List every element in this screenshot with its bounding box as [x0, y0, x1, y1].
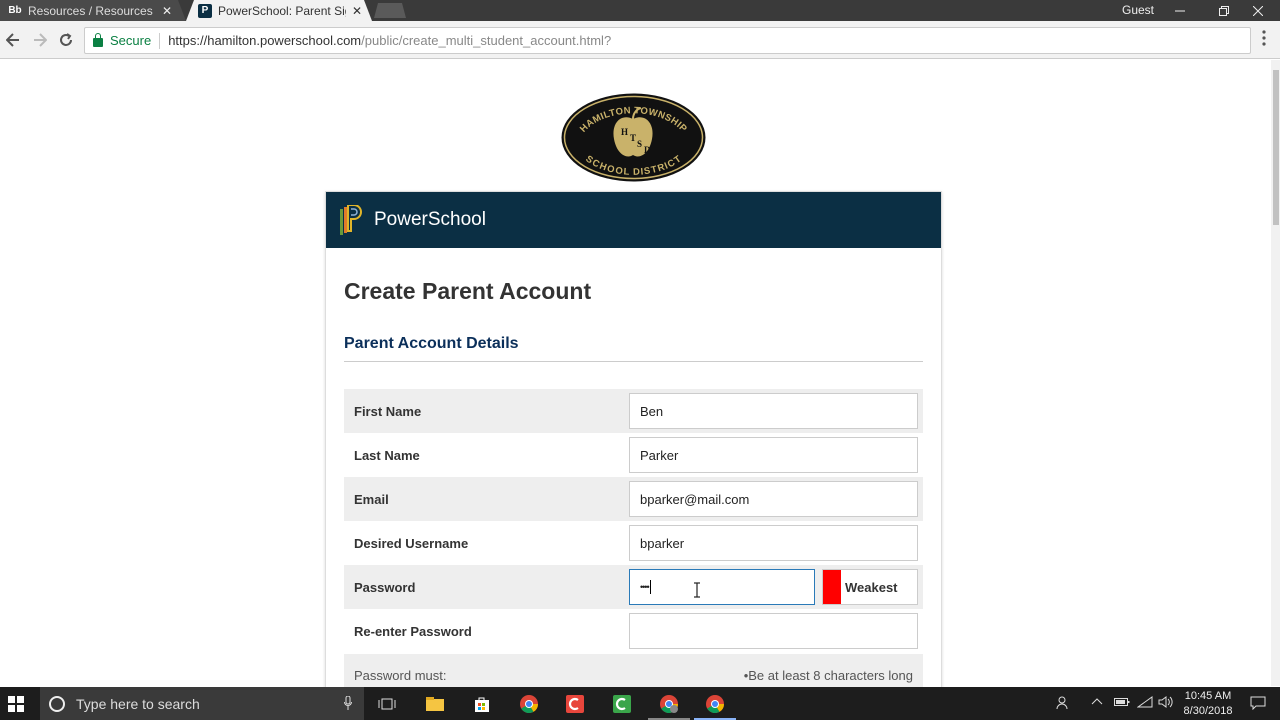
- browser-toolbar: Secure https://hamilton.powerschool.com /…: [0, 21, 1280, 59]
- taskbar-search[interactable]: Type here to search: [40, 687, 364, 720]
- svg-text:S: S: [637, 139, 642, 149]
- tab-powerschool[interactable]: P PowerSchool: Parent Sign ✕: [186, 0, 372, 21]
- email-field[interactable]: bparker@mail.com: [629, 481, 918, 517]
- blackboard-icon: Bb: [8, 5, 22, 16]
- new-tab-button[interactable]: [374, 3, 406, 18]
- section-divider: [344, 361, 923, 362]
- svg-text:D: D: [644, 145, 651, 155]
- password-strength-meter: Weakest: [822, 569, 918, 605]
- windows-taskbar: Type here to search 10:45 AM 8/30/2018: [0, 687, 1280, 720]
- text-caret: [649, 580, 651, 594]
- chevron-up-icon[interactable]: [1091, 696, 1103, 711]
- first-name-label: First Name: [354, 403, 422, 419]
- text-cursor-icon: [694, 582, 700, 598]
- reenter-password-label: Re-enter Password: [354, 623, 472, 639]
- cortana-icon: [49, 695, 65, 712]
- scrollbar-thumb[interactable]: [1273, 70, 1279, 225]
- system-clock[interactable]: 10:45 AM 8/30/2018: [1180, 689, 1236, 719]
- form-row-password: Password •••• Weakest: [344, 565, 923, 609]
- create-account-card: PowerSchool Create Parent Account Parent…: [325, 191, 942, 692]
- password-rule: •Be at least 8 characters long: [743, 668, 913, 683]
- powerschool-header: PowerSchool: [326, 192, 941, 248]
- action-center-icon[interactable]: [1250, 696, 1266, 713]
- powerschool-logo-icon: [340, 205, 362, 235]
- clock-date: 8/30/2018: [1183, 705, 1233, 717]
- chrome-profile-icon[interactable]: [658, 693, 680, 715]
- volume-icon[interactable]: [1158, 696, 1174, 711]
- password-field[interactable]: ••••: [629, 569, 815, 605]
- last-name-label: Last Name: [354, 447, 420, 463]
- search-placeholder: Type here to search: [76, 695, 200, 712]
- username-label: Desired Username: [354, 535, 469, 551]
- url-host: https://hamilton.powerschool.com: [168, 33, 362, 48]
- url-path: /public/create_multi_student_account.htm…: [361, 33, 612, 48]
- profile-guest[interactable]: Guest: [1122, 3, 1154, 17]
- tab-title: Resources / Resources H: [28, 3, 156, 18]
- store-icon[interactable]: [471, 693, 493, 715]
- address-bar[interactable]: Secure https://hamilton.powerschool.com /…: [84, 27, 1251, 54]
- reenter-password-field[interactable]: [629, 613, 918, 649]
- people-icon[interactable]: [1056, 696, 1070, 713]
- svg-text:T: T: [630, 133, 636, 143]
- windows-start-icon[interactable]: [5, 693, 27, 715]
- close-tab-icon[interactable]: ✕: [352, 4, 362, 18]
- form-row-last-name: Last Name Parker: [344, 433, 923, 477]
- last-name-field[interactable]: Parker: [629, 437, 918, 473]
- chrome-icon[interactable]: [518, 693, 540, 715]
- password-must-label: Password must:: [354, 668, 447, 683]
- tab-title: PowerSchool: Parent Sign: [218, 3, 346, 18]
- task-view-icon[interactable]: [376, 693, 398, 715]
- camtasia-recorder-icon[interactable]: [564, 693, 586, 715]
- forward-icon[interactable]: [30, 30, 50, 50]
- microphone-icon[interactable]: [344, 695, 352, 713]
- browser-titlebar: Bb Resources / Resources H ✕ P PowerScho…: [0, 0, 1280, 21]
- svg-text:H: H: [621, 127, 628, 137]
- password-label: Password: [354, 579, 416, 595]
- file-explorer-icon[interactable]: [424, 693, 446, 715]
- secure-label: Secure: [110, 33, 152, 48]
- divider: [159, 32, 161, 49]
- minimize-icon[interactable]: [1158, 0, 1202, 21]
- window-close-icon[interactable]: [1236, 0, 1280, 21]
- back-icon[interactable]: [3, 30, 23, 50]
- powerschool-favicon-icon: P: [198, 3, 212, 18]
- powerschool-brand: PowerSchool: [374, 209, 486, 230]
- wifi-icon[interactable]: [1136, 696, 1153, 711]
- battery-icon[interactable]: [1114, 696, 1130, 711]
- section-title: Parent Account Details: [344, 335, 519, 352]
- school-district-logo: H T S D HAMILTON TOWNSHIP SCHOOL DISTRIC…: [561, 93, 706, 182]
- form-row-reenter-password: Re-enter Password: [344, 609, 923, 653]
- form-row-first-name: First Name Ben: [344, 389, 923, 433]
- tab-resources[interactable]: Bb Resources / Resources H ✕: [0, 0, 186, 21]
- username-field[interactable]: bparker: [629, 525, 918, 561]
- menu-dots-icon[interactable]: [1262, 30, 1266, 51]
- password-value: ••••: [640, 582, 650, 592]
- form-row-username: Desired Username bparker: [344, 521, 923, 565]
- close-tab-icon[interactable]: ✕: [162, 4, 172, 18]
- page-title: Create Parent Account: [344, 278, 592, 304]
- reload-icon[interactable]: [56, 30, 76, 50]
- email-label: Email: [354, 491, 389, 507]
- camtasia-editor-icon[interactable]: [611, 693, 633, 715]
- clock-time: 10:45 AM: [1184, 690, 1232, 702]
- strength-bar: [823, 570, 841, 604]
- strength-label: Weakest: [845, 579, 898, 595]
- chrome-active-icon[interactable]: [704, 693, 726, 715]
- first-name-field[interactable]: Ben: [629, 393, 918, 429]
- form-row-email: Email bparker@mail.com: [344, 477, 923, 521]
- lock-icon: [93, 33, 103, 47]
